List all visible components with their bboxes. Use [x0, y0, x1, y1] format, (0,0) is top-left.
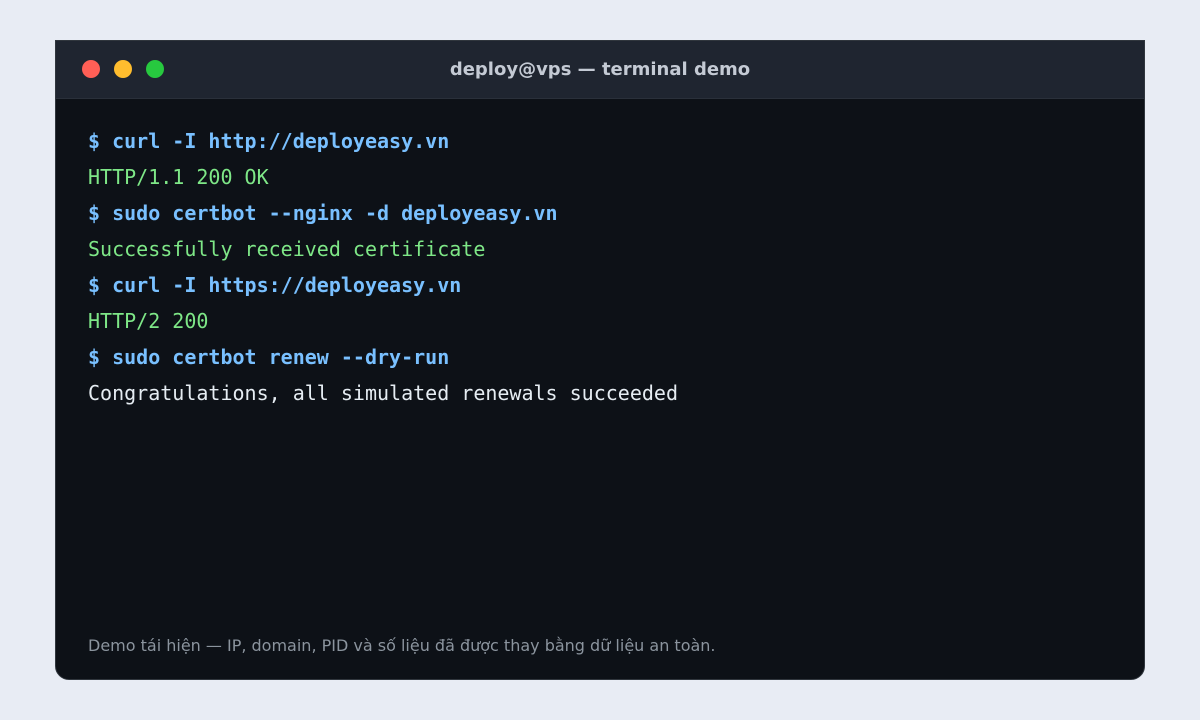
terminal-output-line: Successfully received certificate [88, 237, 486, 261]
terminal-output[interactable]: $ curl -I http://deployeasy.vn HTTP/1.1 … [88, 123, 1112, 411]
terminal-command-line: $ curl -I https://deployeasy.vn [88, 273, 462, 297]
terminal-output-line: HTTP/1.1 200 OK [88, 165, 269, 189]
demo-disclaimer: Demo tái hiện — IP, domain, PID và số li… [88, 636, 716, 655]
terminal-output-line: Congratulations, all simulated renewals … [88, 381, 679, 405]
terminal-command-line: $ sudo certbot --nginx -d deployeasy.vn [88, 201, 558, 225]
terminal-window: deploy@vps — terminal demo $ curl -I htt… [55, 40, 1145, 680]
terminal-output-line: HTTP/2 200 [88, 309, 209, 333]
terminal-command-line: $ sudo certbot renew --dry-run [88, 345, 450, 369]
window-titlebar: deploy@vps — terminal demo [56, 41, 1144, 99]
window-title: deploy@vps — terminal demo [449, 59, 751, 80]
terminal-command-line: $ curl -I http://deployeasy.vn [88, 129, 450, 153]
